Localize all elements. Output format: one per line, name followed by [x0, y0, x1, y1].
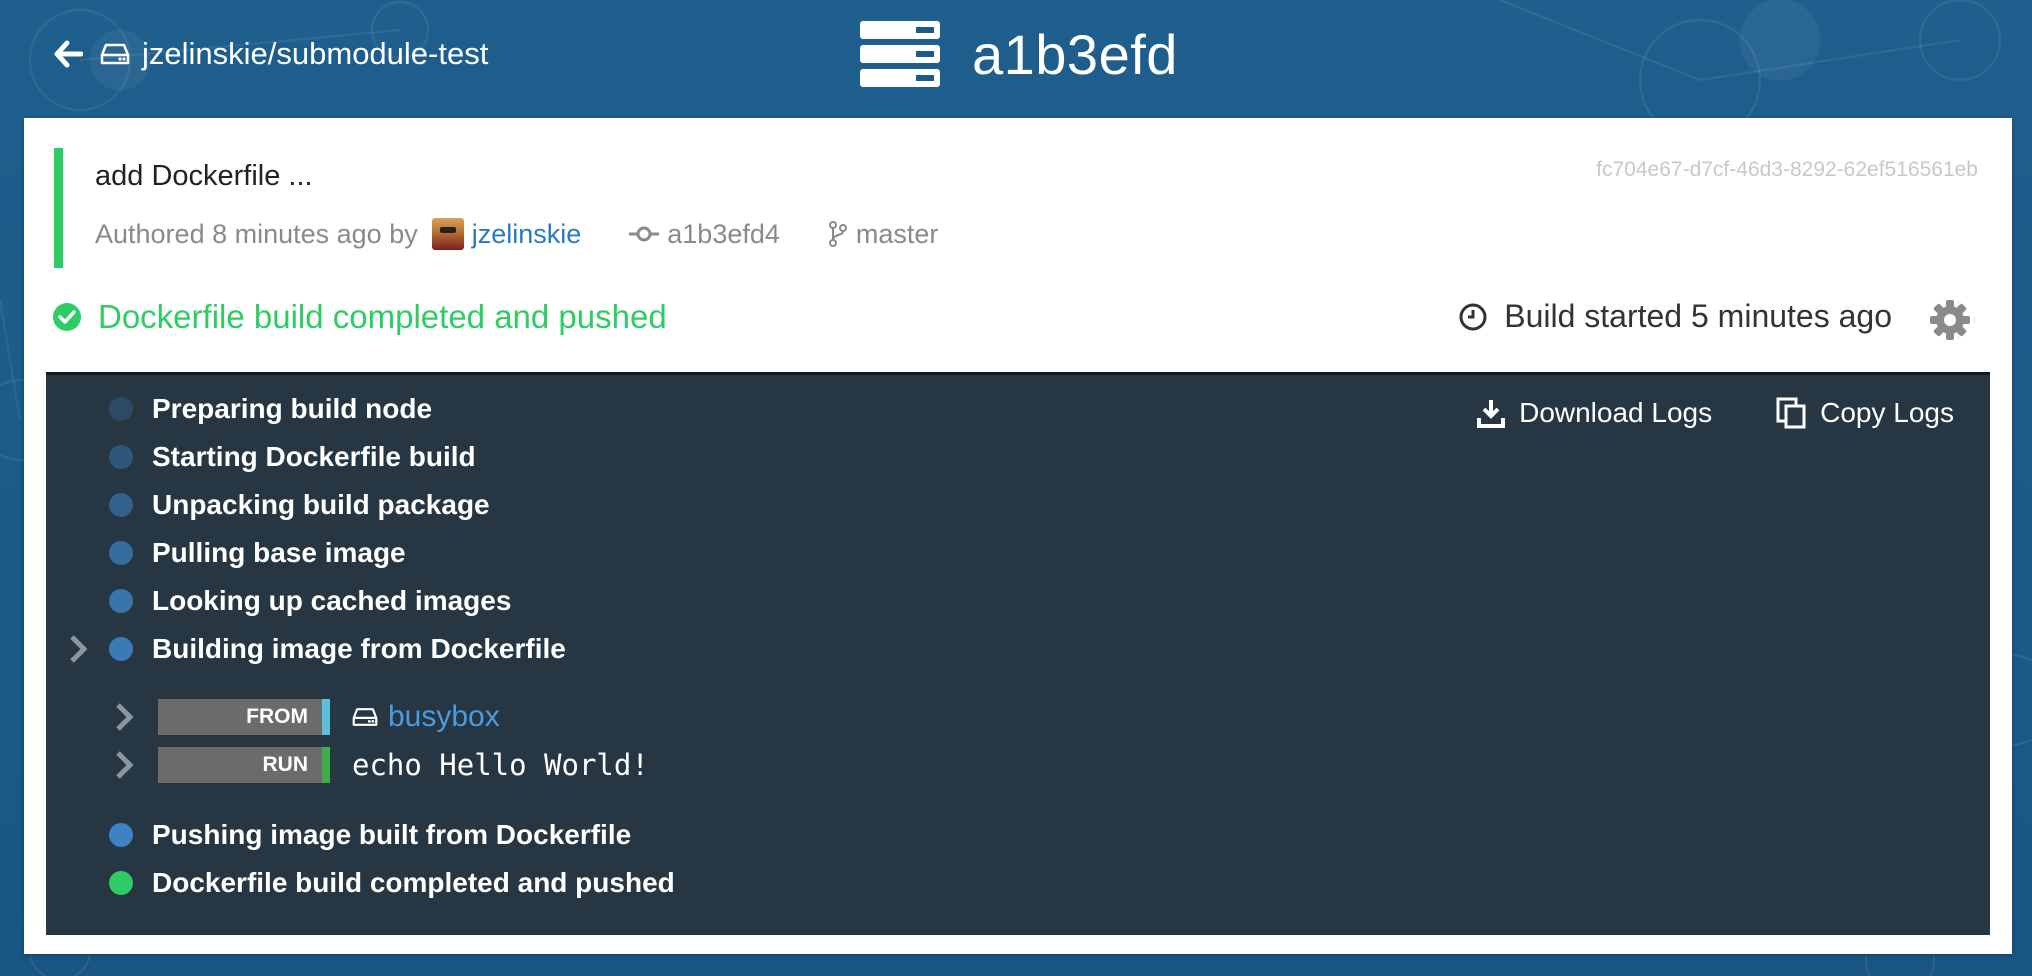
- log-actions: Download Logs Copy Logs: [1477, 397, 1954, 429]
- command-row[interactable]: FROM busybox: [46, 695, 946, 739]
- back-button[interactable]: [50, 36, 86, 72]
- phase-dot: [109, 637, 133, 661]
- phase-starting: Starting Dockerfile build: [46, 435, 646, 479]
- commit-sha-text: a1b3efd4: [667, 218, 780, 249]
- command-row[interactable]: RUN echo Hello World!: [46, 743, 946, 787]
- command-value: echo Hello World!: [352, 748, 649, 782]
- chevron-right-icon[interactable]: [112, 701, 136, 733]
- command-tag-strip: [322, 699, 330, 735]
- download-logs-button[interactable]: Download Logs: [1477, 397, 1712, 429]
- command-tag-strip: [322, 747, 330, 783]
- base-image-link[interactable]: busybox: [388, 700, 500, 733]
- phase-preparing: Preparing build node: [46, 387, 646, 431]
- phase-unpacking: Unpacking build package: [46, 483, 646, 527]
- build-logs: Download Logs Copy Logs Preparing build …: [46, 372, 1990, 935]
- commit-sha[interactable]: a1b3efd4: [629, 219, 780, 250]
- phase-dot: [109, 541, 133, 565]
- top-header: jzelinskie/submodule-test a1b3efd: [0, 0, 2032, 118]
- phase-complete: Dockerfile build completed and pushed: [46, 861, 746, 905]
- check-circle-icon: [53, 303, 81, 331]
- command-tag: RUN: [158, 747, 330, 783]
- build-started: Build started 5 minutes ago: [1458, 298, 1892, 335]
- commit-icon: [629, 226, 660, 242]
- command-tag: FROM: [158, 699, 330, 735]
- repository-icon: [352, 708, 378, 726]
- branch-icon: [828, 221, 847, 247]
- gear-icon[interactable]: [1928, 298, 1972, 342]
- author-avatar: [431, 218, 464, 250]
- download-icon: [1477, 400, 1506, 428]
- chevron-right-icon[interactable]: [112, 749, 136, 781]
- build-short-id: a1b3efd: [972, 22, 1178, 86]
- commit-info: add Dockerfile ... Authored 8 minutes ag…: [54, 148, 1054, 268]
- phase-dot: [109, 397, 133, 421]
- phase-dot: [109, 445, 133, 469]
- build-panel: add Dockerfile ... Authored 8 minutes ag…: [24, 118, 2012, 954]
- phase-dot: [109, 589, 133, 613]
- repository-name: jzelinskie/submodule-test: [142, 36, 489, 71]
- phase-dot: [109, 493, 133, 517]
- chevron-right-icon[interactable]: [66, 633, 90, 665]
- repository-icon: [100, 43, 130, 65]
- phase-dot: [109, 871, 133, 895]
- build-uuid: fc704e67-d7cf-46d3-8292-62ef516561eb: [1596, 158, 1978, 181]
- build-status-text: Dockerfile build completed and pushed: [98, 298, 667, 335]
- command-value: busybox: [352, 695, 500, 739]
- clock-icon: [1459, 303, 1487, 330]
- phase-pulling: Pulling base image: [46, 531, 646, 575]
- download-logs-label: Download Logs: [1519, 397, 1713, 428]
- copy-icon: [1776, 397, 1806, 429]
- build-title: a1b3efd: [860, 14, 1178, 94]
- repository-link[interactable]: jzelinskie/submodule-test: [100, 30, 488, 78]
- phase-dot: [109, 823, 133, 847]
- phase-pushing: Pushing image built from Dockerfile: [46, 813, 746, 857]
- build-started-text: Build started 5 minutes ago: [1504, 298, 1892, 334]
- authored-text: Authored 8 minutes ago by: [95, 218, 418, 249]
- arrow-left-icon: [54, 40, 83, 68]
- phase-building[interactable]: Building image from Dockerfile: [46, 627, 646, 671]
- phase-cache-lookup: Looking up cached images: [46, 579, 646, 623]
- commit-meta: Authored 8 minutes ago by jzelinskie a1b…: [95, 218, 938, 250]
- copy-logs-button[interactable]: Copy Logs: [1776, 397, 1954, 429]
- branch-name: master: [855, 218, 939, 249]
- commit-message[interactable]: add Dockerfile ...: [95, 160, 313, 193]
- branch[interactable]: master: [828, 218, 939, 250]
- build-server-icon: [860, 21, 940, 87]
- author-link[interactable]: jzelinskie: [472, 219, 582, 250]
- copy-logs-label: Copy Logs: [1820, 397, 1954, 428]
- build-status: Dockerfile build completed and pushed: [52, 298, 667, 336]
